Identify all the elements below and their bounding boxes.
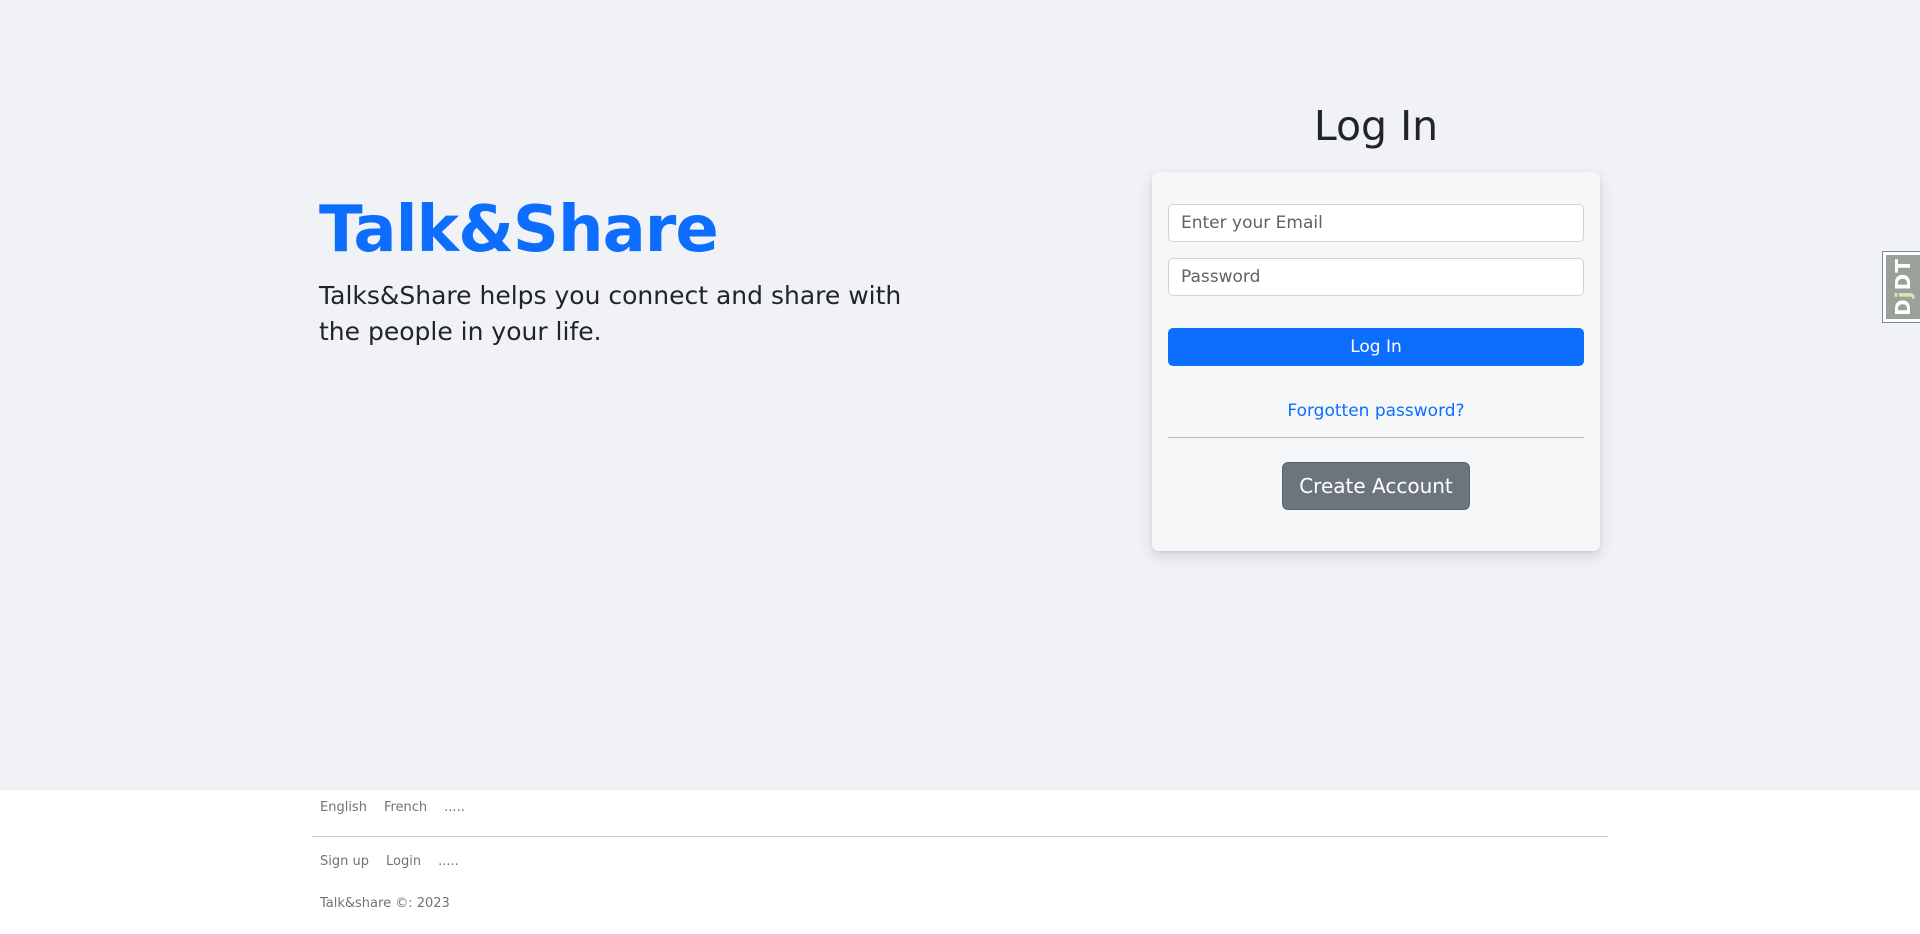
language-english-link[interactable]: English <box>320 799 367 817</box>
ddt-logo-text: DjDT <box>1891 258 1915 316</box>
brand-title: Talk&Share <box>319 193 719 267</box>
language-french-link[interactable]: French <box>384 799 427 817</box>
create-account-wrapper: Create Account <box>1168 462 1584 510</box>
footer-inner: English French ..... Sign up Login .....… <box>312 790 1608 913</box>
hero-section: Talk&Share Talks&Share helps you connect… <box>0 0 1920 790</box>
signup-link[interactable]: Sign up <box>320 853 369 871</box>
email-field[interactable] <box>1168 204 1584 242</box>
footer-links: Sign up Login ..... <box>312 853 1608 871</box>
more-links[interactable]: ..... <box>438 853 459 871</box>
login-button[interactable]: Log In <box>1168 328 1584 366</box>
brand-column: Talk&Share Talks&Share helps you connect… <box>319 190 959 350</box>
forgot-password-link[interactable]: Forgotten password? <box>1168 399 1584 423</box>
footer-divider <box>312 836 1608 837</box>
card-divider <box>1168 437 1584 438</box>
login-card: Log In Forgotten password? Create Accoun… <box>1152 172 1600 551</box>
brand-tagline: Talks&Share helps you connect and share … <box>319 281 902 346</box>
language-more-link[interactable]: ..... <box>444 799 465 817</box>
footer: English French ..... Sign up Login .....… <box>0 790 1920 934</box>
ddt-logo: DjDT <box>1886 255 1920 319</box>
password-field[interactable] <box>1168 258 1584 296</box>
login-heading: Log In <box>1313 102 1439 150</box>
language-list: English French ..... <box>312 799 1608 817</box>
copyright-text: Talk&share ©: 2023 <box>320 896 450 911</box>
create-account-button[interactable]: Create Account <box>1282 462 1470 510</box>
django-debug-toolbar-handle[interactable]: DjDT <box>1882 251 1920 323</box>
login-link[interactable]: Login <box>386 853 421 871</box>
